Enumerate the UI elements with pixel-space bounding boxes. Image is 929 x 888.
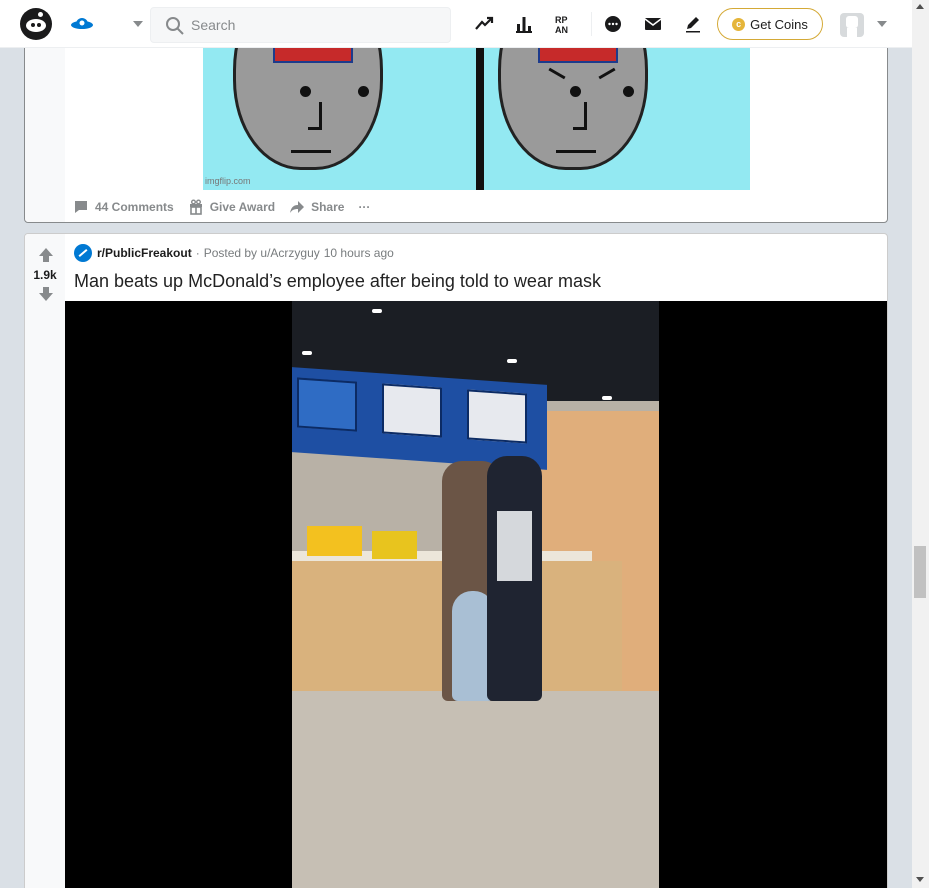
video-player[interactable] (65, 301, 887, 888)
image-divider (476, 30, 484, 190)
user-menu-chevron-icon[interactable] (876, 20, 888, 28)
search-icon (166, 17, 184, 35)
chat-icon[interactable] (602, 13, 624, 35)
post-title[interactable]: Man beats up McDonald’s employee after b… (74, 271, 601, 292)
post-timestamp[interactable]: 10 hours ago (324, 246, 394, 260)
comments-button[interactable]: 44 Comments (73, 199, 174, 215)
feed-dropdown-chevron-icon[interactable] (132, 20, 144, 28)
npc-face-right (498, 30, 648, 190)
share-button[interactable]: Share (289, 199, 344, 215)
scroll-up-arrow-icon[interactable] (916, 4, 924, 9)
upvote-arrow-icon[interactable] (38, 247, 54, 263)
post-image[interactable]: imgflip.com (203, 30, 750, 190)
video-frame (292, 301, 659, 888)
svg-text:RP: RP (555, 15, 568, 25)
post-meta: r/PublicFreakout · Posted by u/Acrzyguy … (74, 244, 394, 262)
share-icon (290, 201, 305, 213)
home-feed-icon[interactable] (70, 14, 94, 34)
scroll-down-arrow-icon[interactable] (916, 877, 924, 882)
author-link[interactable]: Posted by u/Acrzyguy (204, 246, 320, 260)
get-coins-label: Get Coins (750, 16, 808, 32)
vote-gutter (25, 31, 65, 222)
post-card[interactable]: 1.9k r/PublicFreakout · Posted by u/Acrz… (24, 233, 888, 888)
reddit-logo-icon[interactable] (20, 8, 52, 40)
rpan-icon[interactable]: RP AN (553, 13, 575, 35)
trending-icon[interactable] (473, 13, 495, 35)
subreddit-link[interactable]: r/PublicFreakout (97, 246, 192, 260)
give-award-label: Give Award (209, 200, 276, 214)
post-actions: 44 Comments Give Award Share ··· (73, 197, 370, 217)
meta-separator: · (195, 246, 200, 260)
gift-icon (189, 199, 202, 215)
page-scrollbar[interactable] (912, 0, 929, 888)
comment-icon (75, 201, 87, 213)
user-avatar[interactable] (840, 13, 864, 37)
svg-text:AN: AN (555, 25, 568, 34)
share-label: Share (311, 200, 345, 214)
search-input[interactable] (191, 8, 441, 42)
subreddit-icon[interactable] (74, 244, 92, 262)
comments-label: 44 Comments (95, 200, 174, 214)
get-coins-button[interactable]: c Get Coins (717, 8, 823, 40)
npc-face-left (233, 30, 383, 190)
vote-score: 1.9k (33, 268, 57, 282)
mail-icon[interactable] (642, 13, 664, 35)
post-card[interactable]: imgflip.com 44 Comments Give Award Share (24, 30, 888, 223)
give-award-button[interactable]: Give Award (188, 199, 275, 215)
downvote-arrow-icon[interactable] (38, 286, 54, 302)
header-divider (591, 12, 592, 36)
vote-gutter: 1.9k (25, 234, 65, 888)
coin-icon: c (732, 17, 746, 31)
stats-icon[interactable] (513, 13, 535, 35)
image-watermark: imgflip.com (205, 176, 251, 186)
scroll-thumb[interactable] (914, 546, 926, 598)
search-bar[interactable] (150, 7, 451, 43)
more-options-icon: ··· (358, 200, 371, 214)
top-nav-bar: RP AN c Get Coins (0, 0, 912, 48)
more-options-button[interactable]: ··· (358, 200, 370, 214)
create-post-icon[interactable] (682, 13, 704, 35)
